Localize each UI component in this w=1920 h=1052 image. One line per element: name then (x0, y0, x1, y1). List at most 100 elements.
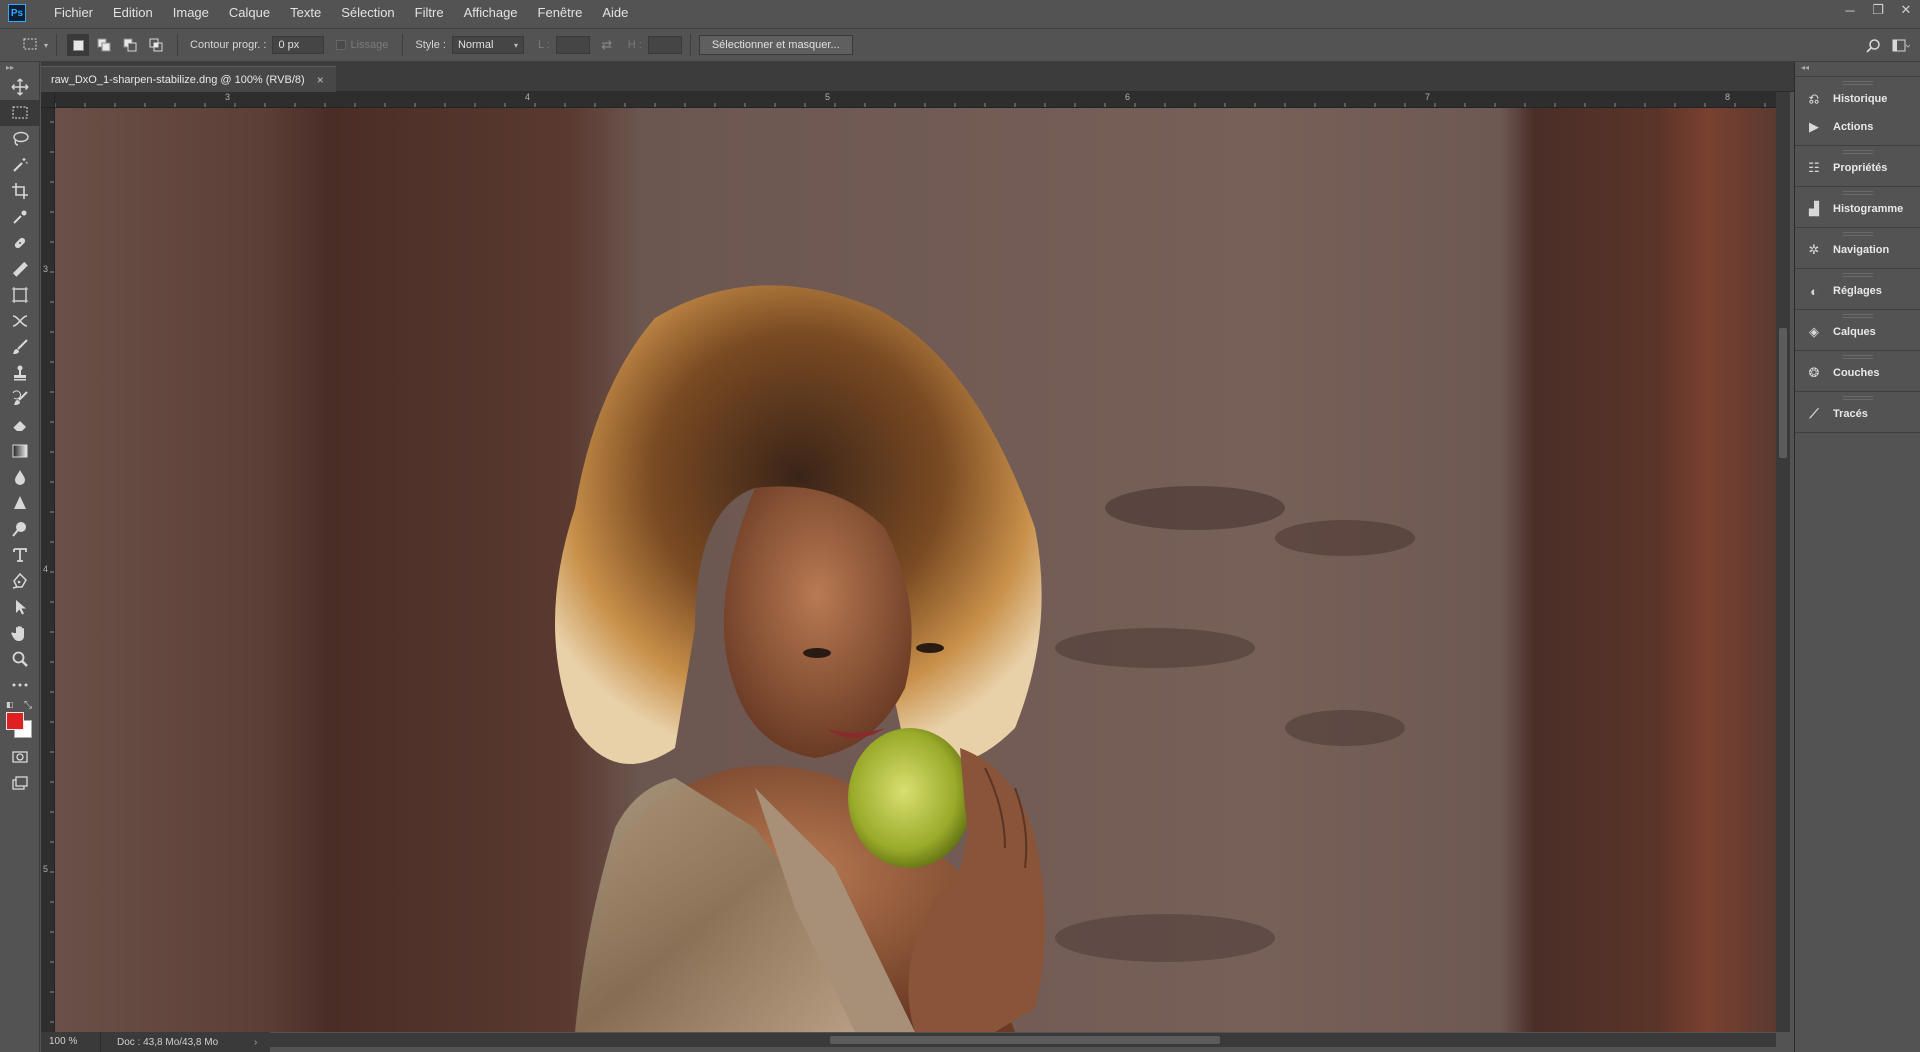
more-tools-icon[interactable] (0, 672, 40, 698)
close-tab-icon[interactable]: × (317, 73, 324, 87)
pen-tool-icon[interactable] (0, 568, 40, 594)
panel-traces[interactable]: ⟋ Tracés (1795, 400, 1920, 428)
ruler-label: 7 (1425, 92, 1431, 102)
panel-reglages-label: Réglages (1833, 285, 1882, 297)
new-selection-icon[interactable] (67, 34, 90, 56)
brush-tool-icon[interactable] (0, 334, 40, 360)
separator (56, 34, 58, 56)
hand-tool-icon[interactable] (0, 620, 40, 646)
width-label: L : (537, 39, 550, 51)
eyedropper-tool-icon[interactable] (0, 204, 40, 230)
zoom-tool-icon[interactable] (0, 646, 40, 672)
style-select[interactable]: Normal ▾ (451, 36, 524, 54)
adjustments-icon: ◐ (1810, 283, 1818, 299)
lasso-tool-icon[interactable] (0, 126, 40, 152)
zoom-level-field[interactable]: 100 % (41, 1032, 101, 1052)
search-icon[interactable] (1862, 35, 1884, 57)
ruler-vertical[interactable]: 3 4 5 (41, 92, 55, 1032)
dock-collapse-icon[interactable]: ◂◂ (1795, 62, 1920, 74)
select-and-mask-button[interactable]: Sélectionner et masquer... (698, 35, 853, 55)
blur-tool-icon[interactable] (0, 464, 40, 490)
default-colors-icon[interactable]: ◧ (6, 700, 14, 709)
path-selection-tool-icon[interactable] (0, 594, 40, 620)
antialias-checkbox[interactable] (336, 40, 347, 50)
photo-woman-with-green-apple (55, 108, 1776, 1032)
collapse-icon[interactable]: ▸▸ (0, 62, 39, 74)
panel-calques[interactable]: ◈ Calques (1795, 318, 1920, 346)
screen-mode-icon[interactable] (0, 770, 40, 796)
document-canvas[interactable] (55, 108, 1776, 1032)
add-selection-icon[interactable] (93, 34, 115, 56)
panel-histogramme[interactable]: ▟ Histogramme (1795, 195, 1920, 223)
subtract-selection-icon[interactable] (119, 34, 141, 56)
move-tool-icon[interactable] (0, 74, 40, 100)
menu-selection[interactable]: Sélection (331, 0, 404, 26)
status-menu-arrow-icon[interactable]: › (254, 1037, 270, 1048)
menu-filtre[interactable]: Filtre (405, 0, 454, 26)
crop-tool-icon[interactable] (0, 178, 40, 204)
puppet-warp-tool-icon[interactable] (0, 308, 40, 334)
panel-actions-label: Actions (1833, 121, 1874, 133)
menu-edition[interactable]: Edition (103, 0, 163, 26)
menu-fichier[interactable]: Fichier (44, 0, 103, 26)
panel-navigation[interactable]: ✲ Navigation (1795, 236, 1920, 264)
minimize-icon[interactable]: ─ (1836, 0, 1864, 20)
height-input[interactable] (647, 36, 682, 54)
preset-dropdown-icon[interactable]: ▾ (44, 41, 48, 50)
width-input[interactable] (555, 36, 590, 54)
horizontal-scroll-thumb[interactable] (830, 1036, 1220, 1044)
menu-bar: Ps Fichier Edition Image Calque Texte Sé… (0, 0, 1920, 26)
menu-texte[interactable]: Texte (280, 0, 331, 26)
panel-historique[interactable]: ⎌ Historique (1795, 85, 1920, 113)
type-tool-icon[interactable] (0, 542, 40, 568)
photoshop-logo-icon[interactable]: Ps (8, 4, 26, 22)
ruler-label: 5 (825, 92, 831, 102)
ruler-origin[interactable] (41, 92, 55, 108)
vertical-scrollbar[interactable] (1776, 92, 1790, 1032)
frame-tool-icon[interactable] (0, 282, 40, 308)
ruler-tool-icon[interactable] (0, 256, 40, 282)
paths-icon: ⟋ (1809, 406, 1819, 421)
horizontal-scrollbar[interactable] (270, 1033, 1776, 1047)
document-tab-title: raw_DxO_1-sharpen-stabilize.dng @ 100% (… (51, 73, 305, 86)
menu-aide[interactable]: Aide (592, 0, 638, 26)
vertical-scroll-thumb[interactable] (1779, 328, 1787, 458)
panel-proprietes[interactable]: ☷ Propriétés (1795, 154, 1920, 182)
restore-icon[interactable]: ❐ (1864, 0, 1892, 20)
foreground-color-swatch[interactable] (6, 712, 24, 730)
menu-calque[interactable]: Calque (219, 0, 280, 26)
ruler-horizontal[interactable]: 3 4 5 6 7 8 (55, 92, 1776, 108)
panel-calques-label: Calques (1833, 326, 1876, 338)
quick-mask-icon[interactable] (0, 744, 40, 770)
panel-group-channels: ❂ Couches (1795, 351, 1920, 392)
menu-fenetre[interactable]: Fenêtre (528, 0, 593, 26)
layers-icon: ◈ (1809, 324, 1819, 339)
menu-affichage[interactable]: Affichage (454, 0, 528, 26)
panel-couches[interactable]: ❂ Couches (1795, 359, 1920, 387)
chevron-down-icon: ▾ (513, 40, 518, 50)
swap-dimensions-icon[interactable]: ⇄ (596, 34, 618, 56)
panel-reglages[interactable]: ◐ Réglages (1795, 277, 1920, 305)
menu-image[interactable]: Image (163, 0, 219, 26)
panel-navigation-label: Navigation (1833, 244, 1890, 256)
panel-actions[interactable]: ▶ Actions (1795, 113, 1920, 141)
intersect-selection-icon[interactable] (145, 34, 167, 56)
clone-stamp-tool-icon[interactable] (0, 360, 40, 386)
document-tab[interactable]: raw_DxO_1-sharpen-stabilize.dng @ 100% (… (41, 66, 336, 92)
marquee-preset-icon[interactable] (20, 34, 42, 56)
color-swatches: ◧ ⤡ (0, 698, 40, 744)
sharpen-tool-icon[interactable] (0, 490, 40, 516)
ruler-label: 4 (525, 92, 531, 102)
dodge-tool-icon[interactable] (0, 516, 40, 542)
close-icon[interactable]: ✕ (1892, 0, 1920, 20)
panel-group-history: ⎌ Historique ▶ Actions (1795, 76, 1920, 146)
feather-input[interactable]: 0 px (272, 36, 325, 54)
marquee-tool-icon[interactable] (0, 100, 40, 126)
healing-brush-tool-icon[interactable] (0, 230, 40, 256)
eraser-tool-icon[interactable] (0, 412, 40, 438)
history-brush-tool-icon[interactable] (0, 386, 40, 412)
magic-wand-tool-icon[interactable] (0, 152, 40, 178)
swap-colors-icon[interactable]: ⤡ (24, 700, 32, 711)
gradient-tool-icon[interactable] (0, 438, 40, 464)
workspace-icon[interactable] (1890, 35, 1912, 57)
